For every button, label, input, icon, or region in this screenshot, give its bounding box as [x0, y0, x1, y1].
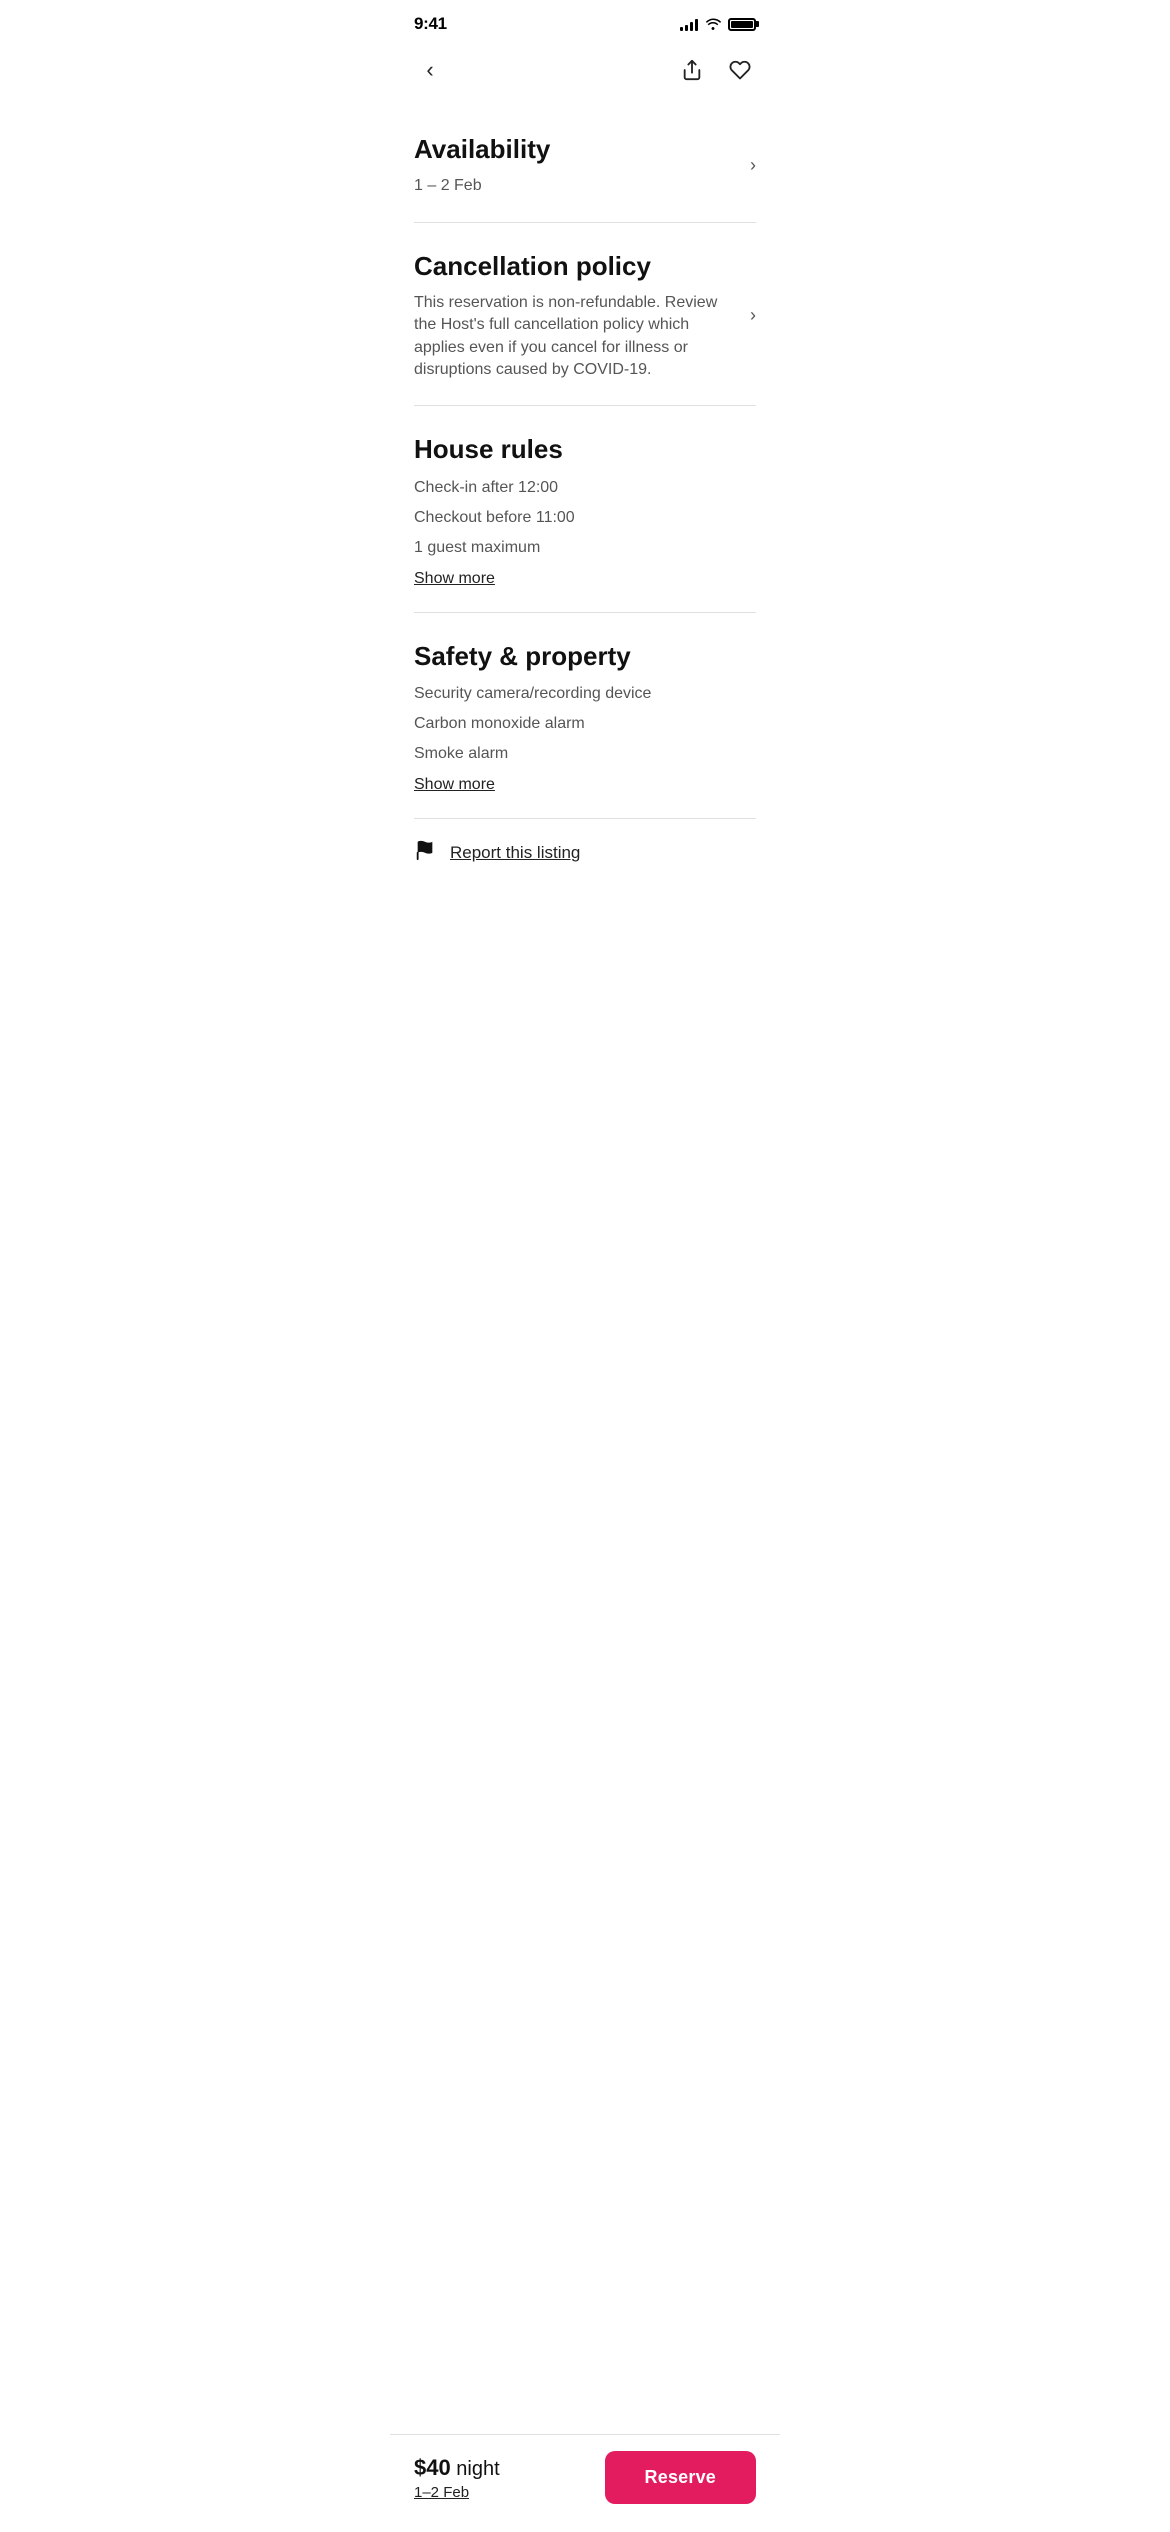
availability-section: Availability 1 – 2 Feb › [390, 106, 780, 222]
price-block: $40 night 1–2 Feb [414, 2454, 500, 2502]
status-time: 9:41 [414, 14, 447, 34]
nav-actions [672, 50, 760, 90]
safety-item-2: Carbon monoxide alarm [414, 712, 756, 736]
safety-show-more[interactable]: Show more [414, 776, 495, 794]
house-rules-section: House rules Check-in after 12:00 Checkou… [390, 406, 780, 611]
share-icon [681, 59, 703, 81]
reserve-button[interactable]: Reserve [605, 2451, 756, 2504]
availability-row[interactable]: Availability 1 – 2 Feb › [414, 134, 756, 198]
safety-section: Safety & property Security camera/record… [390, 613, 780, 818]
battery-icon [728, 18, 756, 31]
status-icons [680, 16, 756, 33]
safety-title: Safety & property [414, 641, 756, 672]
cancellation-description: This reservation is non-refundable. Revi… [414, 292, 734, 382]
cancellation-section: Cancellation policy This reservation is … [390, 223, 780, 406]
price-amount: $40 [414, 2455, 451, 2480]
cancellation-chevron: › [750, 305, 756, 326]
house-rule-2: Checkout before 11:00 [414, 506, 756, 530]
price-night-label: night [456, 2458, 499, 2480]
bottom-bar: $40 night 1–2 Feb Reserve [390, 2434, 780, 2532]
status-bar: 9:41 [390, 0, 780, 42]
price-display: $40 night [414, 2454, 500, 2483]
availability-chevron: › [750, 155, 756, 176]
wifi-icon [704, 16, 722, 33]
heart-icon [729, 59, 751, 81]
report-section: Report this listing [390, 819, 780, 891]
signal-icon [680, 18, 698, 31]
safety-item-1: Security camera/recording device [414, 682, 756, 706]
cancellation-title: Cancellation policy [414, 251, 734, 282]
nav-bar: ‹ [390, 42, 780, 106]
availability-title: Availability [414, 134, 734, 165]
report-listing-link[interactable]: Report this listing [450, 843, 580, 863]
safety-item-3: Smoke alarm [414, 742, 756, 766]
availability-dates: 1 – 2 Feb [414, 175, 734, 197]
house-rules-show-more[interactable]: Show more [414, 570, 495, 588]
house-rule-3: 1 guest maximum [414, 536, 756, 560]
house-rule-1: Check-in after 12:00 [414, 476, 756, 500]
cancellation-row[interactable]: Cancellation policy This reservation is … [414, 251, 756, 382]
house-rules-title: House rules [414, 434, 756, 465]
flag-icon [414, 839, 436, 867]
share-button[interactable] [672, 50, 712, 90]
favorite-button[interactable] [720, 50, 760, 90]
back-button[interactable]: ‹ [410, 50, 450, 90]
price-dates[interactable]: 1–2 Feb [414, 2484, 500, 2501]
